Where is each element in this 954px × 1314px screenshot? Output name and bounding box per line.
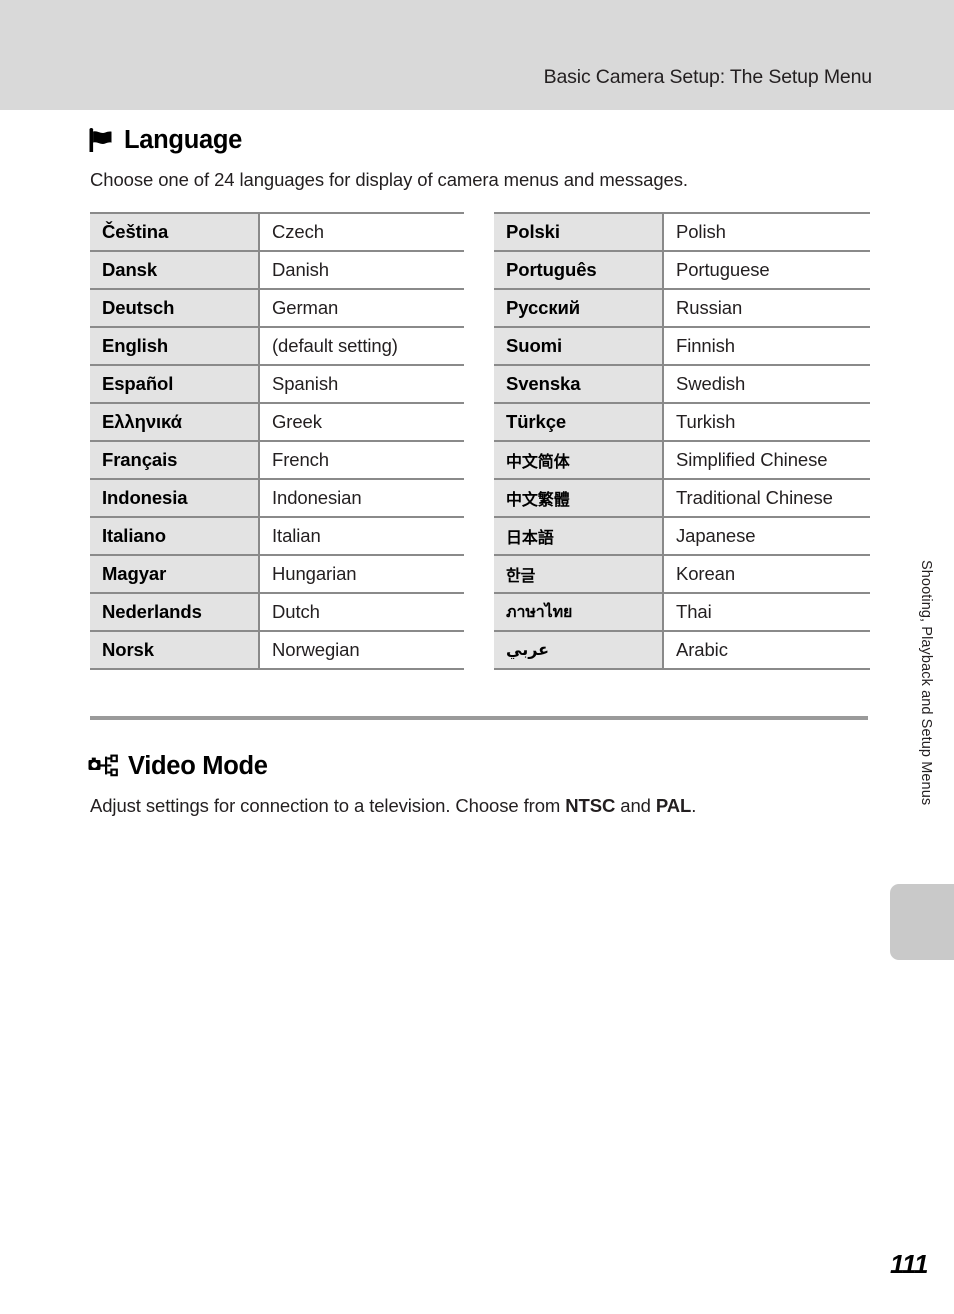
language-native-name: Français [90, 440, 260, 479]
language-native-name: عربي [494, 630, 664, 670]
chapter-side-label: Shooting, Playback and Setup Menus [918, 560, 934, 806]
language-native-name: Dansk [90, 250, 260, 289]
language-native-name: 日本語 [494, 516, 664, 555]
table-row: Polski Polish [494, 212, 870, 251]
video-out-icon [88, 754, 118, 779]
table-row: 中文简体 Simplified Chinese [494, 440, 870, 479]
language-english-name: Japanese [663, 516, 870, 555]
language-native-name: Español [90, 364, 260, 403]
table-row: Čeština Czech [90, 212, 464, 251]
language-english-name: Simplified Chinese [663, 440, 870, 479]
language-section-description: Choose one of 24 languages for display o… [90, 169, 688, 190]
language-section-title: Language [124, 126, 243, 154]
table-row: Ελληνικά Greek [90, 402, 464, 441]
table-row: 日本語 Japanese [494, 516, 870, 555]
chapter-thumb-tab [890, 884, 954, 960]
language-native-name: Deutsch [90, 288, 260, 327]
flag-icon [88, 128, 114, 153]
table-row: Magyar Hungarian [90, 554, 464, 593]
table-row: Русский Russian [494, 288, 870, 327]
video-option-ntsc: NTSC [565, 795, 616, 816]
language-english-name: French [259, 440, 464, 479]
language-english-name: Hungarian [259, 554, 464, 593]
language-table-right: Polski Polish Português Portuguese Русск… [494, 212, 870, 670]
language-english-name: Korean [663, 554, 870, 593]
table-row: عربي Arabic [494, 630, 870, 670]
language-english-name: Russian [663, 288, 870, 327]
table-row: Suomi Finnish [494, 326, 870, 365]
language-english-name: Czech [259, 212, 464, 251]
video-desc-part3: . [691, 795, 697, 816]
table-row: Deutsch German [90, 288, 464, 327]
language-english-name: Turkish [663, 402, 870, 441]
language-native-name: Русский [494, 288, 664, 327]
language-native-name: 中文繁體 [494, 478, 664, 517]
language-native-name: Suomi [494, 326, 664, 365]
table-row: Svenska Swedish [494, 364, 870, 403]
language-english-name: Norwegian [259, 630, 464, 670]
page-number: 111 [889, 1249, 929, 1279]
video-desc-part1: Adjust settings for connection to a tele… [90, 795, 566, 816]
table-row: Indonesia Indonesian [90, 478, 464, 517]
table-row: 中文繁體 Traditional Chinese [494, 478, 870, 517]
language-english-name: Dutch [259, 592, 464, 631]
language-english-name: Portuguese [663, 250, 870, 289]
language-native-name: Magyar [90, 554, 260, 593]
table-row: English (default setting) [90, 326, 464, 365]
language-section-heading: Language [88, 126, 242, 155]
table-row: Français French [90, 440, 464, 479]
language-english-name: Finnish [663, 326, 870, 365]
video-option-pal: PAL [655, 795, 692, 816]
language-native-name: Indonesia [90, 478, 260, 517]
language-native-name: Svenska [494, 364, 664, 403]
language-english-name: (default setting) [259, 326, 464, 365]
table-row: Português Portuguese [494, 250, 870, 289]
language-english-name: Swedish [663, 364, 870, 403]
video-mode-section-heading: Video Mode [88, 752, 268, 781]
language-english-name: Traditional Chinese [663, 478, 870, 517]
language-english-name: Italian [259, 516, 464, 555]
language-native-name: 中文简体 [494, 440, 664, 479]
page-header-band: Basic Camera Setup: The Setup Menu [0, 0, 954, 110]
language-native-name: Polski [494, 212, 664, 251]
language-native-name: Português [494, 250, 664, 289]
language-english-name: Polish [663, 212, 870, 251]
language-native-name: 한글 [494, 554, 664, 593]
language-native-name: ภาษาไทย [494, 592, 664, 631]
video-mode-section-description: Adjust settings for connection to a tele… [90, 794, 860, 818]
language-english-name: German [259, 288, 464, 327]
table-row: Dansk Danish [90, 250, 464, 289]
table-row: Nederlands Dutch [90, 592, 464, 631]
table-row: Italiano Italian [90, 516, 464, 555]
table-row: Español Spanish [90, 364, 464, 403]
video-desc-part2: and [615, 795, 656, 816]
language-native-name: Türkçe [494, 402, 664, 441]
language-table-left-body: Čeština Czech Dansk Danish Deutsch Germa… [90, 212, 464, 670]
language-english-name: Spanish [259, 364, 464, 403]
language-english-name: Arabic [663, 630, 870, 670]
table-row: ภาษาไทย Thai [494, 592, 870, 631]
language-english-name: Thai [663, 592, 870, 631]
language-table-right-body: Polski Polish Português Portuguese Русск… [494, 212, 870, 670]
table-row: 한글 Korean [494, 554, 870, 593]
language-english-name: Danish [259, 250, 464, 289]
running-head-title: Basic Camera Setup: The Setup Menu [543, 66, 873, 88]
table-row: Norsk Norwegian [90, 630, 464, 670]
language-english-name: Indonesian [259, 478, 464, 517]
language-native-name: Ελληνικά [90, 402, 260, 441]
language-native-name: English [90, 326, 260, 365]
language-native-name: Čeština [90, 212, 260, 251]
language-native-name: Norsk [90, 630, 260, 670]
language-table-left: Čeština Czech Dansk Danish Deutsch Germa… [90, 212, 464, 670]
video-mode-section-title: Video Mode [128, 752, 268, 780]
language-native-name: Italiano [90, 516, 260, 555]
language-english-name: Greek [259, 402, 464, 441]
section-divider [90, 716, 868, 720]
table-row: Türkçe Turkish [494, 402, 870, 441]
language-native-name: Nederlands [90, 592, 260, 631]
